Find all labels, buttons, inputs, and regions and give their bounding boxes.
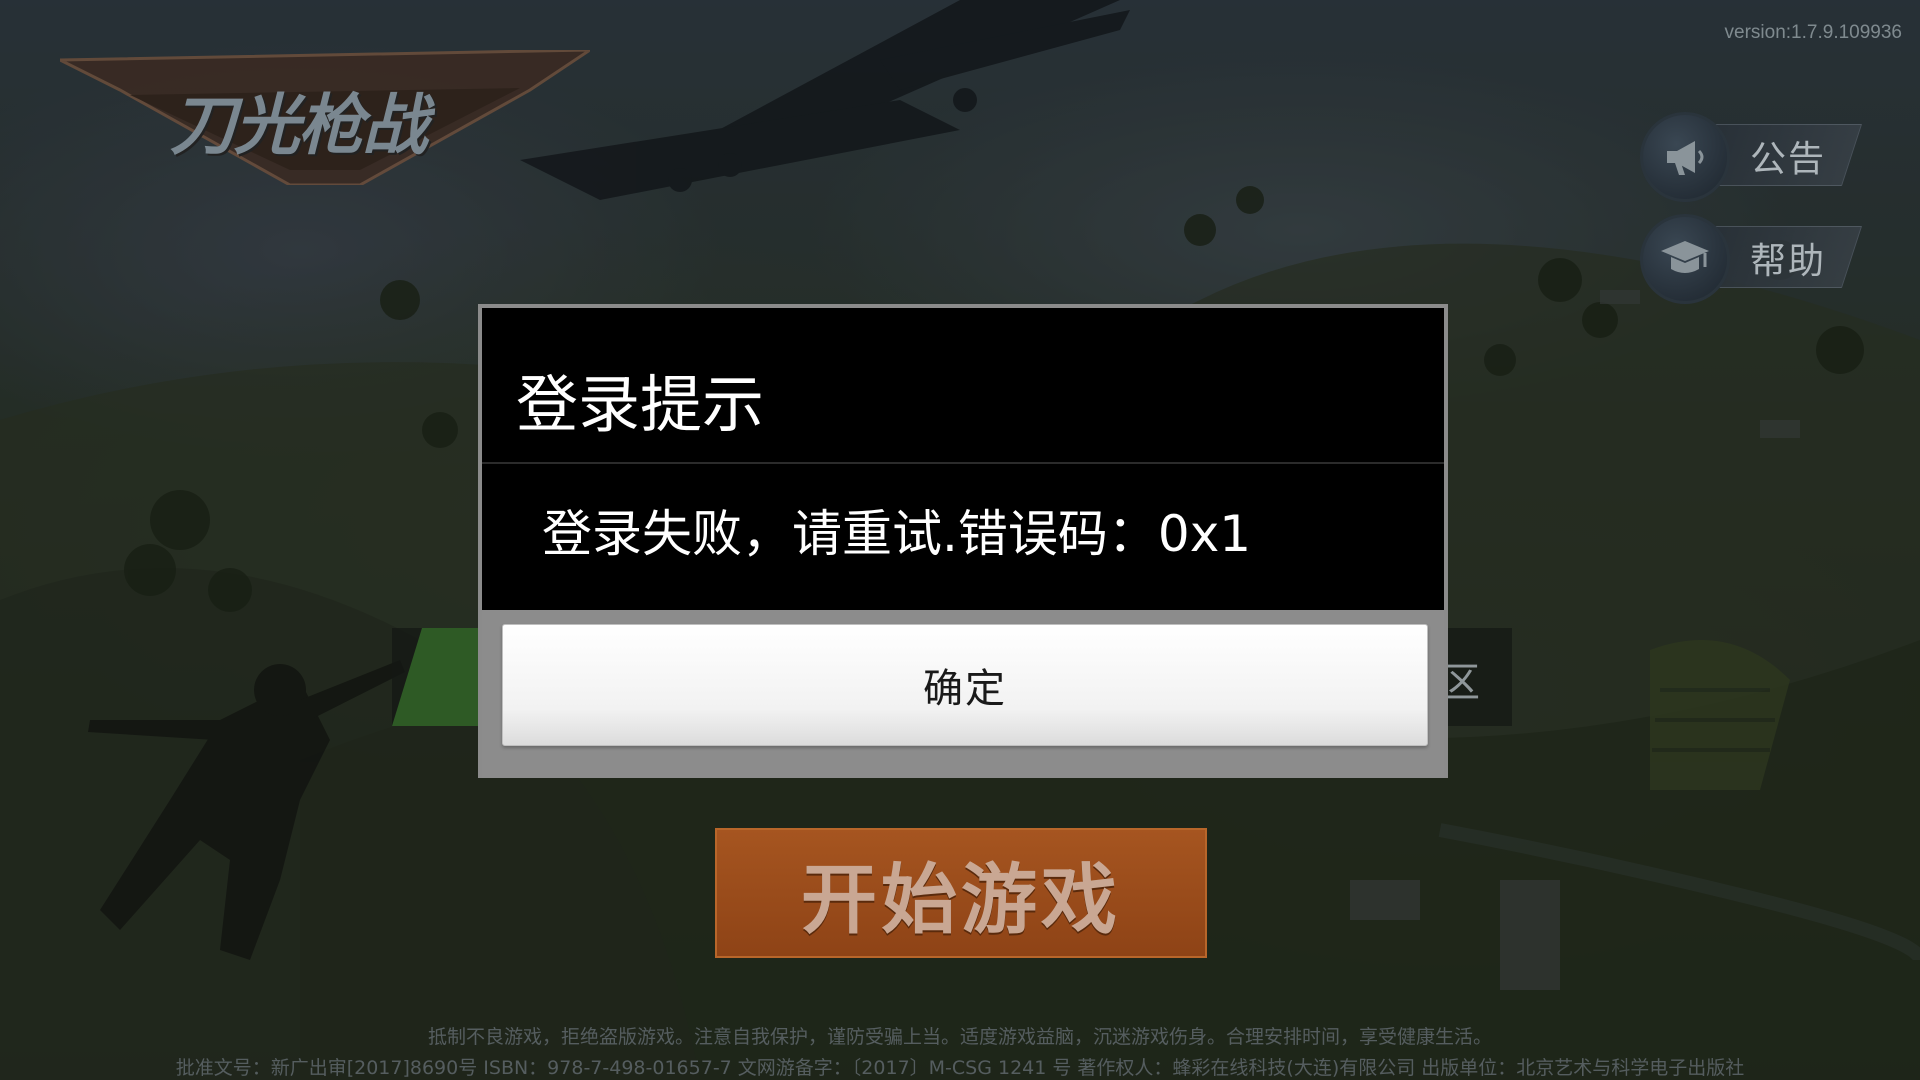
dialog-message: 登录失败，请重试.错误码：0x1 (542, 505, 1252, 563)
confirm-button[interactable]: 确定 (502, 624, 1428, 746)
help-button[interactable]: 帮助 (1640, 214, 1863, 304)
health-advisory-text: 抵制不良游戏，拒绝盗版游戏。注意自我保护，谨防受骗上当。适度游戏益脑，沉迷游戏伤… (427, 1026, 1492, 1048)
start-game-button[interactable]: 开始游戏 (715, 828, 1207, 958)
dialog-footer: 确定 (482, 610, 1444, 778)
graduation-cap-icon (1640, 214, 1730, 304)
megaphone-icon (1640, 112, 1730, 202)
dialog-header: 登录提示 (482, 308, 1444, 464)
confirm-button-label: 确定 (923, 666, 1007, 712)
game-logo-text: 刀光枪战 (170, 87, 428, 164)
game-logo: 刀光枪战 (59, 48, 596, 187)
start-game-label: 开始游戏 (801, 855, 1121, 944)
notice-button[interactable]: 公告 (1640, 112, 1863, 202)
login-error-dialog: 登录提示 登录失败，请重试.错误码：0x1 确定 (478, 304, 1448, 778)
help-button-label: 帮助 (1750, 241, 1827, 282)
dialog-title: 登录提示 (516, 368, 765, 441)
version-label: version:1.7.9.109936 (1724, 22, 1902, 43)
license-info-text: 批准文号：新广出审[2017]8690号 ISBN：978-7-498-0165… (175, 1057, 1745, 1079)
notice-button-label: 公告 (1750, 139, 1827, 180)
